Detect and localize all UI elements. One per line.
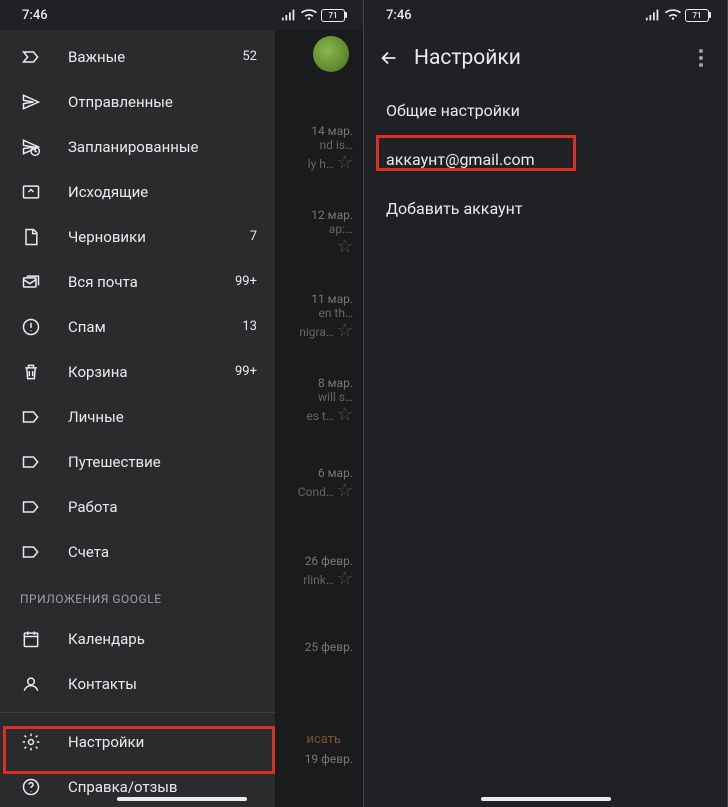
nav-app-0[interactable]: Календарь [0, 616, 275, 661]
status-time: 7:46 [22, 8, 48, 23]
nav-bottom-0[interactable]: Настройки [0, 719, 275, 764]
nav-item-1[interactable]: Отправленные [0, 79, 275, 124]
nav-label: Спам [68, 318, 242, 336]
nav-label: Вся почта [68, 273, 235, 291]
nav-label: Календарь [68, 630, 257, 648]
outbox-icon [20, 182, 42, 202]
nav-item-11[interactable]: Счета [0, 529, 275, 574]
nav-count: 99+ [235, 364, 257, 379]
avatar [313, 36, 349, 72]
status-bar: 7:46 71 [364, 0, 727, 30]
nav-label: Отправленные [68, 93, 257, 111]
status-bar: 7:46 71 [0, 0, 363, 30]
settings-icon [20, 732, 42, 752]
allmail-icon [20, 272, 42, 292]
nav-item-0[interactable]: Важные52 [0, 34, 275, 79]
scheduled-icon [20, 137, 42, 157]
more-vert-icon [699, 49, 703, 67]
nav-item-8[interactable]: Личные [0, 394, 275, 439]
label-icon [20, 407, 42, 427]
settings-account[interactable]: аккаунт@gmail.com [364, 135, 727, 184]
inbox-background: 14 мар.nd is…ly h… ☆ 12 мар.ар:…☆ 11 мар… [263, 30, 363, 807]
spam-icon [20, 317, 42, 337]
wifi-icon [665, 8, 681, 22]
settings-general[interactable]: Общие настройки [364, 86, 727, 135]
nav-label: Важные [68, 48, 242, 66]
nav-item-9[interactable]: Путешествие [0, 439, 275, 484]
nav-count: 52 [242, 49, 257, 64]
nav-count: 13 [242, 319, 257, 334]
home-indicator [481, 797, 611, 802]
nav-item-4[interactable]: Черновики7 [0, 214, 275, 259]
compose-button-partial: исать [306, 732, 341, 747]
section-google-apps: ПРИЛОЖЕНИЯ GOOGLE [0, 574, 275, 616]
trash-icon [20, 362, 42, 382]
nav-label: Запланированные [68, 138, 257, 156]
drafts-icon [20, 227, 42, 247]
settings-add-account[interactable]: Добавить аккаунт [364, 184, 727, 233]
sent-icon [20, 92, 42, 112]
back-button[interactable] [378, 47, 414, 69]
nav-label: Корзина [68, 363, 235, 381]
nav-label: Личные [68, 408, 257, 426]
page-title: Настройки [414, 46, 689, 70]
nav-item-2[interactable]: Запланированные [0, 124, 275, 169]
nav-label: Контакты [68, 675, 257, 693]
signal-icon [645, 8, 661, 22]
phone-left: 7:46 71 14 мар.nd is…ly h… ☆ 12 мар.ар:…… [0, 0, 364, 807]
nav-label: Путешествие [68, 453, 257, 471]
nav-item-5[interactable]: Вся почта99+ [0, 259, 275, 304]
label-icon [20, 452, 42, 472]
label-icon [20, 497, 42, 517]
nav-label: Справка/отзыв [68, 778, 257, 796]
nav-item-3[interactable]: Исходящие [0, 169, 275, 214]
nav-item-7[interactable]: Корзина99+ [0, 349, 275, 394]
nav-label: Настройки [68, 733, 257, 751]
phone-right: 7:46 71 Настройки Общие настройки аккаун… [364, 0, 728, 807]
nav-label: Черновики [68, 228, 250, 246]
status-icons: 71 [645, 8, 709, 22]
status-icons: 71 [281, 8, 345, 22]
nav-label: Счета [68, 543, 257, 561]
contacts-icon [20, 674, 42, 694]
more-button[interactable] [689, 49, 713, 67]
nav-app-1[interactable]: Контакты [0, 661, 275, 706]
nav-item-6[interactable]: Спам13 [0, 304, 275, 349]
appbar: Настройки [364, 30, 727, 86]
nav-drawer: Важные52 Отправленные Запланированные Исход… [0, 30, 275, 807]
status-time: 7:46 [386, 8, 412, 23]
home-indicator [117, 797, 247, 802]
battery-icon: 71 [685, 9, 709, 22]
arrow-left-icon [378, 47, 400, 69]
nav-item-10[interactable]: Работа [0, 484, 275, 529]
divider [0, 712, 275, 713]
label-icon [20, 542, 42, 562]
calendar-icon [20, 629, 42, 649]
wifi-icon [301, 8, 317, 22]
battery-icon: 71 [321, 9, 345, 22]
signal-icon [281, 8, 297, 22]
nav-count: 99+ [235, 274, 257, 289]
nav-count: 7 [250, 229, 257, 244]
nav-label: Исходящие [68, 183, 257, 201]
important-icon [20, 47, 42, 67]
nav-label: Работа [68, 498, 257, 516]
help-icon [20, 777, 42, 797]
